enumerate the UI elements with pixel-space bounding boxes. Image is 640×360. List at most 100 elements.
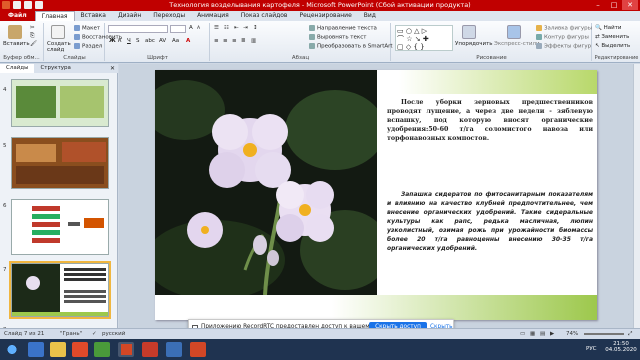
explorer-icon[interactable] bbox=[50, 342, 66, 357]
find-button[interactable]: 🔍 Найти bbox=[595, 25, 621, 31]
tab-review[interactable]: Рецензирование bbox=[293, 11, 357, 21]
zoom-slider[interactable] bbox=[584, 333, 624, 335]
shape-fill-button[interactable]: Заливка фигуры bbox=[536, 25, 592, 32]
slide-number: 7 bbox=[3, 267, 7, 273]
slide-thumbnail-5[interactable] bbox=[11, 137, 109, 189]
tab-slideshow[interactable]: Показ слайдов bbox=[235, 11, 294, 21]
powerpoint-taskbar-icon[interactable] bbox=[118, 342, 134, 357]
shrink-font-icon[interactable]: A bbox=[197, 26, 200, 31]
columns-icon[interactable]: ▥ bbox=[251, 38, 256, 44]
quick-styles-button[interactable]: Экспресс-стили bbox=[494, 41, 540, 47]
shape-effects-button[interactable]: Эффекты фигур bbox=[536, 43, 591, 50]
close-panel-icon[interactable]: ✕ bbox=[110, 64, 115, 73]
normal-view-icon[interactable]: ▭ bbox=[520, 331, 525, 337]
minimize-button[interactable]: – bbox=[590, 0, 606, 10]
word-icon[interactable] bbox=[166, 342, 182, 357]
slideshow-view-icon[interactable]: ▶ bbox=[550, 331, 554, 337]
tab-animations[interactable]: Анимация bbox=[191, 11, 235, 21]
select-label: Выделить bbox=[601, 43, 631, 49]
smartart-button[interactable]: Преобразовать в SmartArt bbox=[309, 43, 393, 50]
select-button[interactable]: ↖ Выделить bbox=[595, 43, 630, 49]
shadow-icon[interactable]: abc bbox=[145, 38, 155, 44]
tab-transitions[interactable]: Переходы bbox=[147, 11, 191, 21]
clipboard-label: Буфер обм... bbox=[3, 55, 40, 61]
tab-insert[interactable]: Вставка bbox=[75, 11, 112, 21]
replace-button[interactable]: ⇄ Заменить bbox=[595, 34, 629, 40]
strikethrough-icon[interactable]: S bbox=[136, 38, 140, 44]
clock-date: 04.05.2020 bbox=[605, 347, 637, 353]
new-slide-button[interactable]: Создать слайд bbox=[47, 41, 73, 53]
maximize-button[interactable]: □ bbox=[606, 0, 622, 10]
italic-icon[interactable]: К bbox=[118, 38, 122, 44]
underline-icon[interactable]: Ч bbox=[127, 38, 131, 44]
tab-outline[interactable]: Структура bbox=[34, 64, 76, 73]
shapes-gallery[interactable]: ▭ ○ △ ▷ ⌒ ☆ ↘ ✚ ▢ ◇ { } bbox=[395, 25, 453, 51]
arrange-icon[interactable] bbox=[462, 25, 476, 39]
reading-view-icon[interactable]: ▤ bbox=[540, 331, 545, 337]
zoom-level[interactable]: 74% bbox=[566, 331, 578, 337]
slide-thumbnail-7[interactable] bbox=[9, 261, 111, 319]
font-name-select[interactable] bbox=[108, 25, 168, 33]
copy-icon[interactable]: ⎘ bbox=[30, 33, 34, 40]
align-right-icon[interactable]: ≡ bbox=[232, 38, 237, 44]
tab-slides[interactable]: Слайды bbox=[0, 64, 35, 73]
text-direction-button[interactable]: Направление текста bbox=[309, 25, 377, 32]
slide-footer-band bbox=[155, 295, 597, 320]
cut-icon[interactable]: ✂ bbox=[30, 25, 35, 31]
tab-view[interactable]: Вид bbox=[358, 11, 382, 21]
ie-icon[interactable] bbox=[28, 342, 44, 357]
chrome-icon[interactable] bbox=[94, 342, 110, 357]
slide-paragraph-1[interactable]: После уборки зерновых предшественников п… bbox=[387, 98, 593, 143]
decrease-indent-icon[interactable]: ⇤ bbox=[234, 25, 239, 31]
increase-indent-icon[interactable]: ⇥ bbox=[243, 25, 248, 31]
case-icon[interactable]: Aa bbox=[172, 38, 179, 44]
spacing-icon[interactable]: AV bbox=[159, 38, 166, 44]
tab-home[interactable]: Главная bbox=[34, 11, 75, 21]
align-text-button[interactable]: Выровнять текст bbox=[309, 34, 366, 41]
slide-thumbnail-4[interactable] bbox=[11, 79, 109, 127]
font-color-icon[interactable]: A bbox=[186, 38, 190, 44]
font-size-select[interactable] bbox=[170, 25, 186, 33]
spellcheck-icon[interactable]: ✓ bbox=[92, 331, 97, 337]
media-player-icon[interactable] bbox=[72, 342, 88, 357]
shape-outline-button[interactable]: Контур фигуры bbox=[536, 34, 589, 41]
title-bar: Технология возделывания картофеля - Micr… bbox=[0, 0, 640, 11]
line-spacing-icon[interactable]: ↕ bbox=[253, 25, 258, 31]
start-button-icon[interactable] bbox=[4, 342, 20, 357]
bullets-icon[interactable]: ☰ bbox=[214, 25, 219, 31]
paste-icon[interactable] bbox=[8, 25, 22, 39]
grow-font-icon[interactable]: A bbox=[189, 25, 193, 31]
vertical-scrollbar[interactable] bbox=[633, 64, 640, 328]
slide-paragraph-2[interactable]: Запашка сидератов по фитосанитарным пока… bbox=[387, 190, 593, 253]
new-slide-icon[interactable] bbox=[51, 25, 65, 39]
numbering-icon[interactable]: ☷ bbox=[224, 25, 229, 31]
tab-design[interactable]: Дизайн bbox=[112, 11, 147, 21]
tab-file[interactable]: Файл bbox=[0, 11, 35, 21]
current-slide[interactable]: После уборки зерновых предшественников п… bbox=[155, 70, 597, 320]
drawing-group: ▭ ○ △ ▷ ⌒ ☆ ↘ ✚ ▢ ◇ { } Упорядочить Экспре… bbox=[392, 23, 592, 61]
quick-styles-icon[interactable] bbox=[507, 25, 521, 39]
bold-icon[interactable]: Ж bbox=[109, 38, 116, 44]
window-title: Технология возделывания картофеля - Micr… bbox=[169, 1, 471, 9]
paragraph-label: Абзац bbox=[291, 55, 310, 61]
fit-to-window-icon[interactable]: ⤢ bbox=[628, 331, 632, 338]
align-left-icon[interactable]: ≡ bbox=[214, 38, 219, 44]
justify-icon[interactable]: ≣ bbox=[241, 38, 246, 44]
format-painter-icon[interactable]: 🖌 bbox=[30, 41, 37, 47]
clock[interactable]: 21:50 04.05.2020 bbox=[604, 341, 638, 353]
powerpoint-icon[interactable] bbox=[190, 342, 206, 357]
slide-thumbnail-6[interactable] bbox=[11, 199, 109, 255]
keyboard-language[interactable]: РУС bbox=[586, 346, 597, 352]
shape-outline-label: Контур фигуры bbox=[544, 34, 589, 41]
arrange-button[interactable]: Упорядочить bbox=[455, 41, 493, 47]
find-icon: 🔍 bbox=[595, 25, 602, 31]
paste-button[interactable]: Вставить bbox=[3, 41, 30, 47]
align-center-icon[interactable]: ≡ bbox=[223, 38, 228, 44]
sorter-view-icon[interactable]: ▦ bbox=[530, 331, 535, 337]
close-button[interactable]: ✕ bbox=[622, 0, 638, 10]
section-button[interactable]: Раздел bbox=[74, 43, 102, 50]
layout-button[interactable]: Макет bbox=[74, 25, 100, 32]
app-icon-2[interactable] bbox=[142, 342, 158, 357]
slide-thumbnails-panel[interactable]: 4 5 6 7 bbox=[0, 73, 118, 328]
language-indicator[interactable]: русский bbox=[102, 331, 125, 337]
